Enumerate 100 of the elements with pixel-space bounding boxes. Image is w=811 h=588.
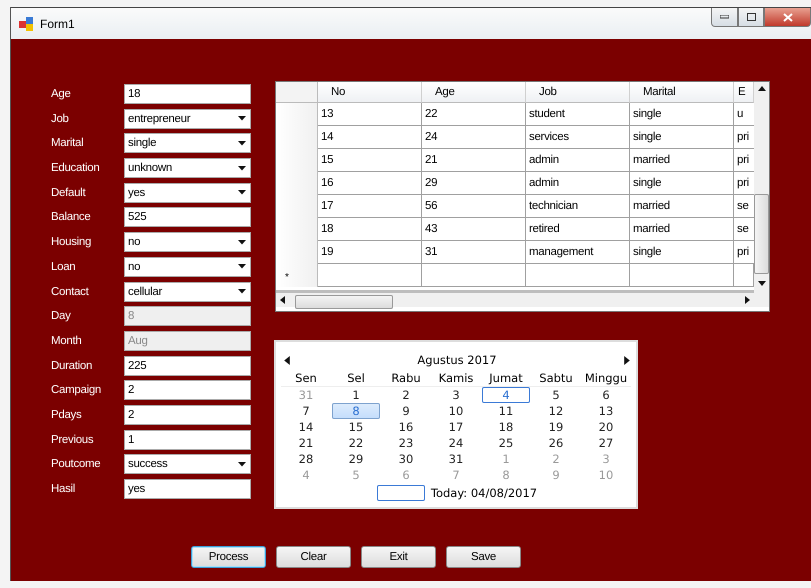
weekday-label: Kamis — [431, 370, 481, 387]
table-cell: 43 — [422, 218, 526, 241]
column-header[interactable]: Age — [422, 82, 526, 103]
calendar-day[interactable]: 8 — [332, 403, 380, 419]
calendar-day[interactable]: 12 — [532, 403, 580, 419]
calendar-day[interactable]: 21 — [282, 435, 330, 451]
column-header[interactable]: No — [318, 82, 422, 103]
table-cell: 17 — [318, 195, 422, 218]
dropdown[interactable]: cellular — [124, 282, 251, 302]
weekday-label: Sen — [281, 370, 331, 387]
calendar-day[interactable]: 2 — [382, 387, 430, 403]
table-cell: 13 — [318, 103, 422, 126]
header-corner[interactable] — [276, 82, 318, 103]
calendar-day[interactable]: 28 — [282, 451, 330, 467]
field-label: Hasil — [51, 483, 76, 495]
input-field[interactable]: 2 — [124, 404, 251, 425]
field-label: Default — [51, 186, 87, 199]
calendar-day[interactable]: 24 — [432, 435, 480, 451]
dropdown[interactable]: success — [124, 454, 251, 474]
dropdown-caret-icon — [238, 462, 246, 467]
maximize-button[interactable] — [738, 8, 764, 27]
calendar-day[interactable]: 6 — [582, 387, 630, 403]
scroll-right-icon[interactable] — [745, 296, 750, 304]
form-button[interactable]: Clear — [276, 546, 351, 568]
field-label: Duration — [51, 360, 94, 372]
calendar-day[interactable]: 10 — [432, 403, 480, 419]
table-cell: 15 — [318, 149, 422, 172]
table-cell: married — [630, 195, 734, 218]
calendar-day[interactable]: 25 — [482, 435, 530, 451]
close-button[interactable] — [764, 8, 811, 27]
calendar-day[interactable]: 26 — [532, 435, 580, 451]
today-link[interactable]: Today: 04/08/2017 — [430, 486, 538, 500]
input-field[interactable]: 525 — [124, 207, 251, 228]
calendar-day[interactable]: 4 — [482, 387, 530, 403]
calendar-day[interactable]: 1 — [332, 387, 380, 403]
empty-cell[interactable] — [526, 264, 630, 287]
form-button[interactable]: Process — [191, 546, 266, 568]
calendar-day[interactable]: 29 — [332, 451, 380, 467]
calendar-day[interactable]: 17 — [432, 419, 480, 435]
empty-cell[interactable] — [422, 264, 526, 287]
input-field[interactable]: 1 — [124, 430, 251, 450]
calendar-day[interactable]: 3 — [432, 387, 480, 403]
empty-cell[interactable] — [630, 264, 734, 287]
scroll-up-icon[interactable] — [758, 86, 766, 91]
calendar-month-title[interactable]: Agustus 2017 — [417, 353, 497, 367]
calendar-day[interactable]: 30 — [382, 451, 430, 467]
calendar-day[interactable]: 11 — [482, 403, 530, 419]
dropdown[interactable]: no — [124, 256, 251, 277]
calendar-day[interactable]: 15 — [332, 419, 380, 435]
calendar-day[interactable]: 14 — [282, 419, 330, 435]
scroll-down-icon[interactable] — [758, 281, 766, 286]
minimize-button[interactable] — [711, 8, 738, 27]
calendar-day[interactable]: 7 — [282, 403, 330, 419]
input-field[interactable]: 18 — [124, 84, 251, 104]
dropdown[interactable]: unknown — [124, 158, 251, 178]
table-cell: single — [630, 172, 734, 195]
horizontal-scrollbar[interactable] — [276, 290, 754, 307]
vertical-scrollbar[interactable] — [754, 82, 769, 290]
field-label: Loan — [51, 260, 76, 273]
dropdown-caret-icon — [238, 289, 246, 294]
column-header[interactable]: E — [734, 82, 754, 103]
calendar-day[interactable]: 18 — [482, 419, 530, 435]
column-header[interactable]: Job — [526, 82, 630, 103]
calendar-day[interactable]: 9 — [382, 403, 430, 419]
column-header[interactable]: Marital — [630, 82, 734, 103]
table-cell: 14 — [318, 126, 422, 149]
form-button[interactable]: Exit — [361, 546, 436, 568]
field-label: Previous — [51, 434, 94, 446]
dropdown[interactable]: no — [124, 232, 251, 252]
today-marker-icon — [376, 485, 425, 501]
field-label: Month — [51, 334, 82, 347]
calendar-day[interactable]: 31 — [432, 451, 480, 467]
calendar-day[interactable]: 5 — [532, 387, 580, 403]
input-field[interactable]: 2 — [124, 380, 251, 400]
table-cell: married — [630, 149, 734, 172]
table-cell: 16 — [318, 172, 422, 195]
calendar-day[interactable]: 23 — [382, 435, 430, 451]
dropdown[interactable]: single — [124, 133, 251, 154]
scroll-left-icon[interactable] — [280, 296, 285, 304]
close-icon — [782, 12, 792, 22]
next-month-icon[interactable] — [624, 356, 630, 364]
calendar-day[interactable]: 22 — [332, 435, 380, 451]
field-label: Education — [51, 162, 100, 174]
input-field[interactable]: yes — [124, 479, 251, 499]
calendar-day[interactable]: 19 — [532, 419, 580, 435]
scrollbar-thumb[interactable] — [295, 295, 393, 309]
calendar-day[interactable]: 13 — [582, 403, 630, 419]
table-cell: 21 — [422, 149, 526, 172]
calendar-day[interactable]: 20 — [582, 419, 630, 435]
dropdown[interactable]: entrepreneur — [124, 108, 251, 129]
dropdown-caret-icon — [238, 264, 246, 270]
input-field[interactable]: 225 — [124, 356, 251, 376]
form-button[interactable]: Save — [446, 546, 521, 568]
dropdown[interactable]: yes — [124, 182, 251, 203]
previous-month-icon[interactable] — [284, 356, 290, 364]
scrollbar-thumb[interactable] — [754, 194, 769, 274]
table-cell: student — [526, 103, 630, 126]
calendar-day[interactable]: 27 — [582, 435, 630, 451]
calendar-day[interactable]: 16 — [382, 419, 430, 435]
dropdown-caret-icon — [238, 240, 246, 245]
